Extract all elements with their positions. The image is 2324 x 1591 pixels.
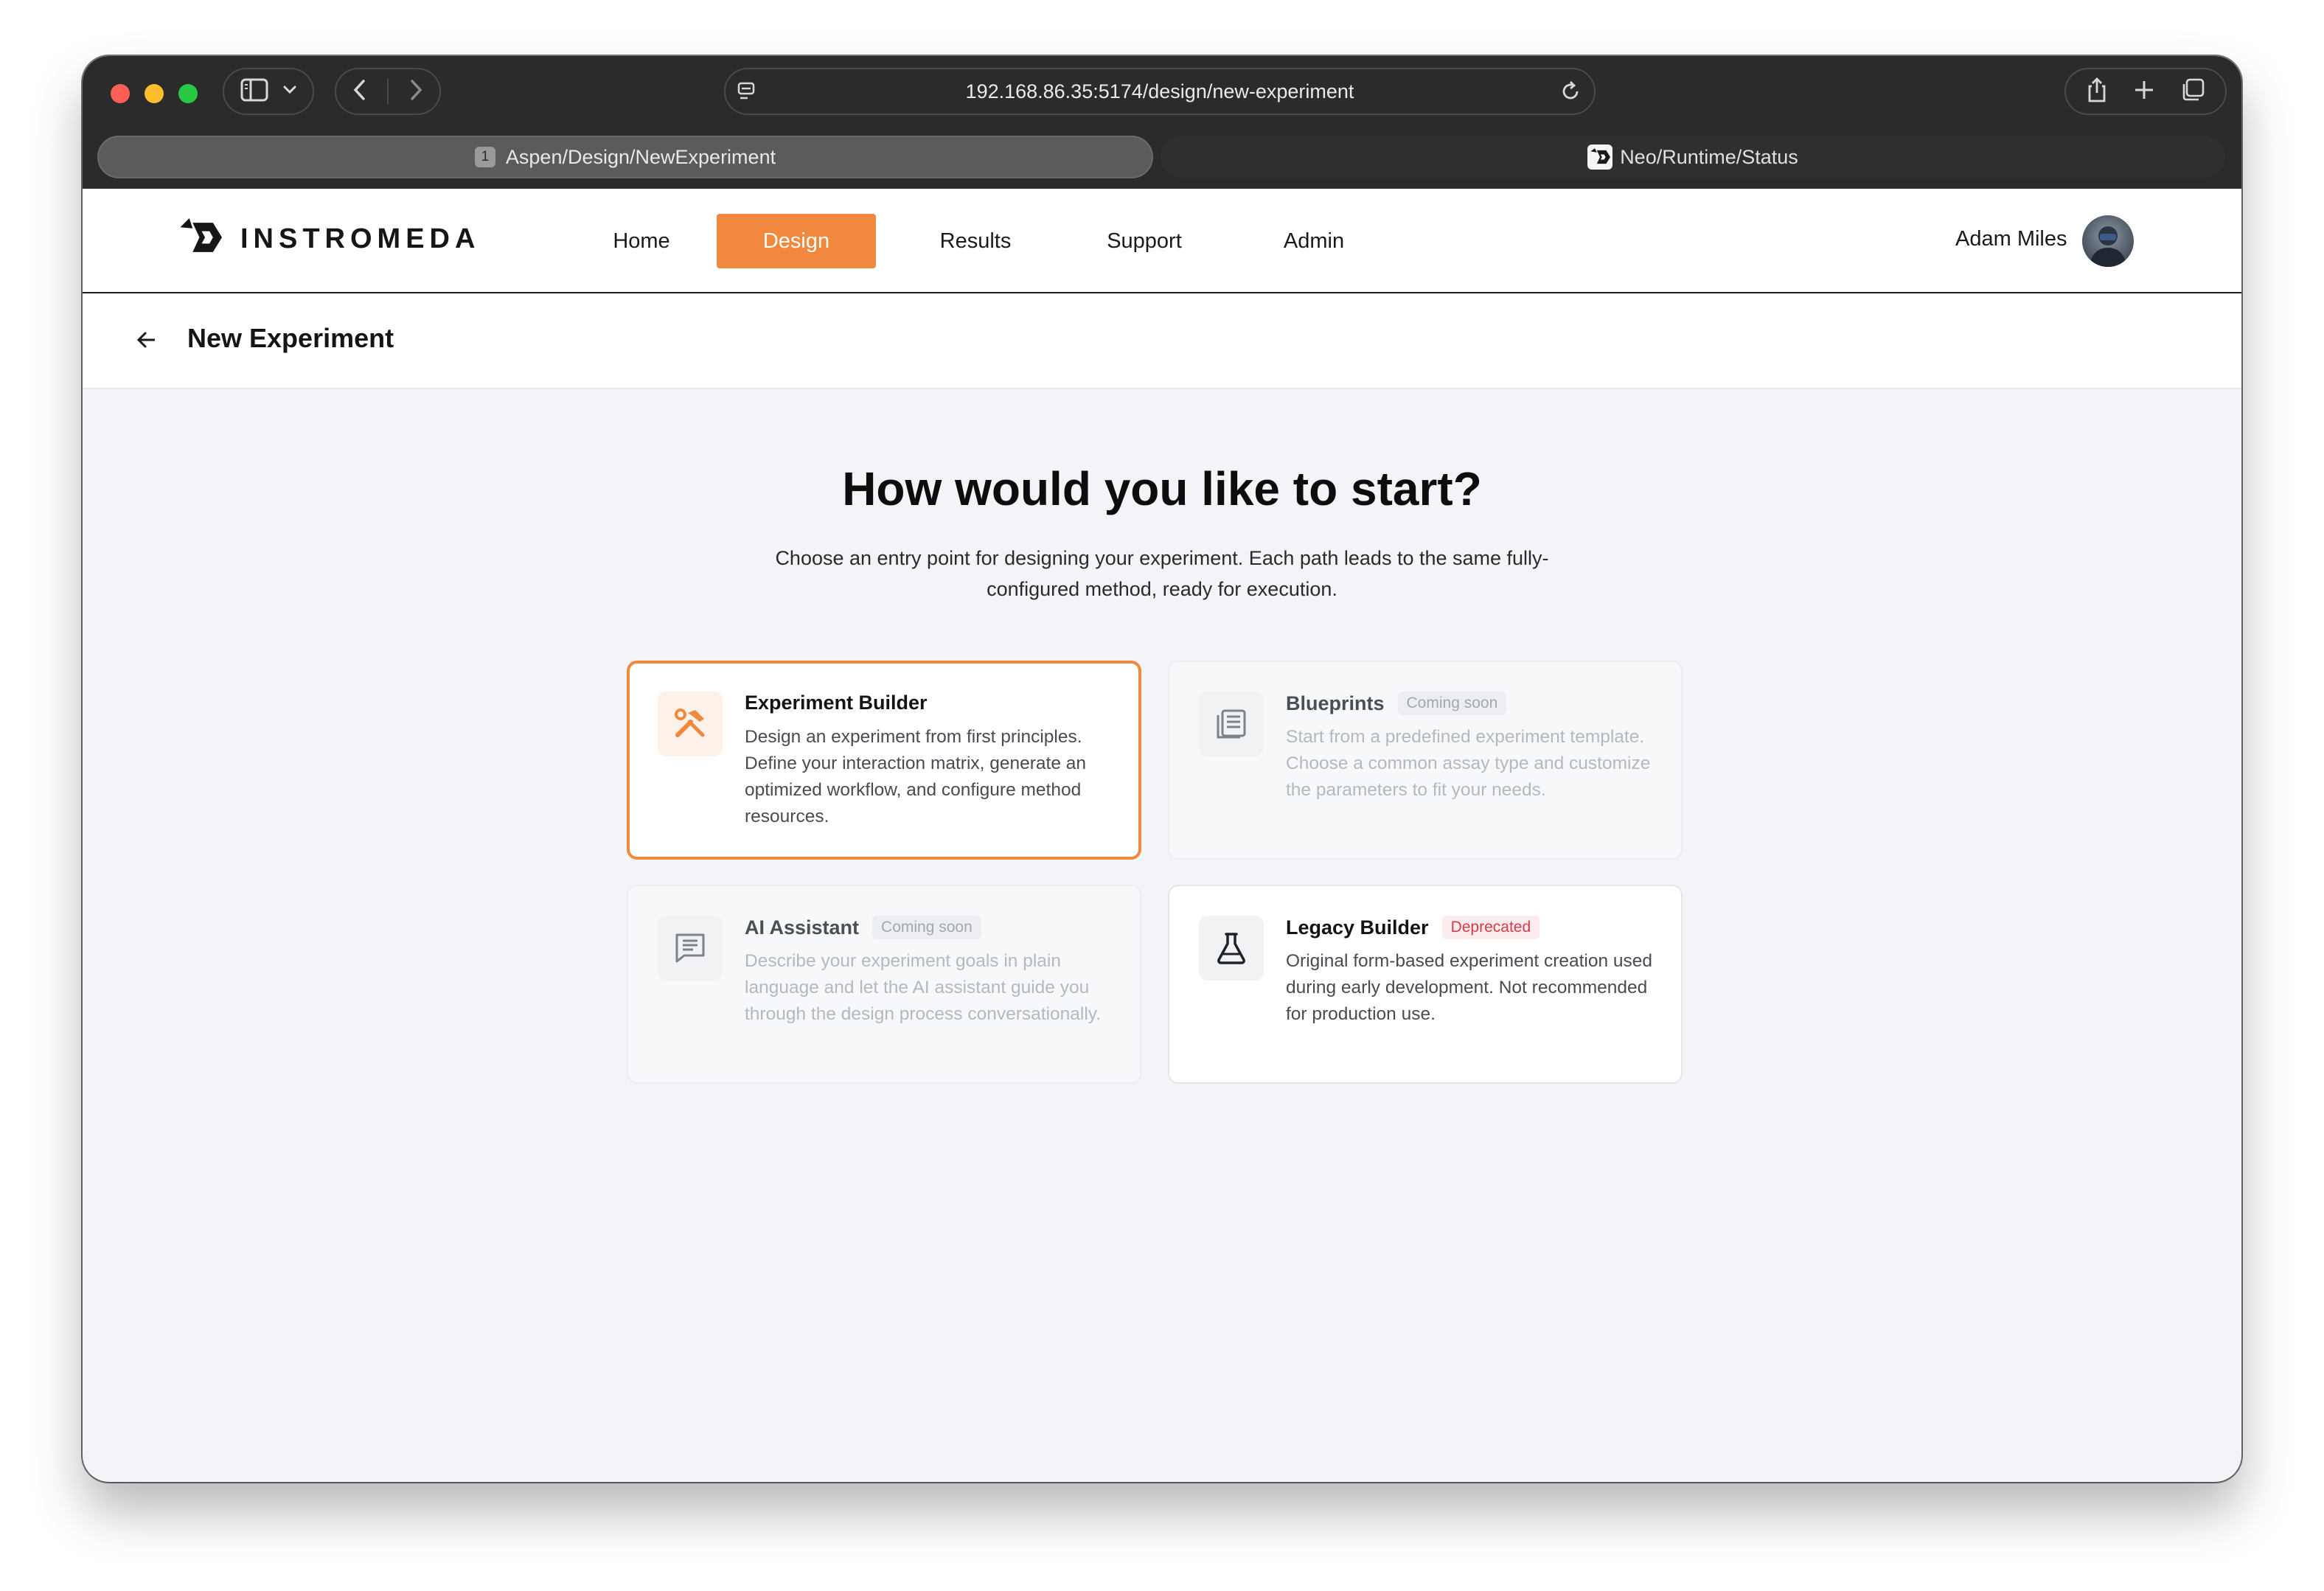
nav-design[interactable]: Design xyxy=(717,214,876,268)
card-description: Original form-based experiment creation … xyxy=(1286,951,1653,1024)
sidebar-toggle-button[interactable] xyxy=(223,68,314,115)
nav-home[interactable]: Home xyxy=(577,214,706,268)
nav-support[interactable]: Support xyxy=(1071,214,1218,268)
back-nav-icon[interactable] xyxy=(352,79,367,105)
tab-neo-runtime-status[interactable]: Neo/Runtime/Status xyxy=(1161,136,2225,178)
tab-aspen-new-experiment[interactable]: 1 Aspen/Design/NewExperiment xyxy=(97,136,1153,178)
deprecated-badge: Deprecated xyxy=(1441,916,1540,939)
card-title-row: Legacy Builder Deprecated xyxy=(1286,916,1540,939)
sidebar-icon xyxy=(240,78,268,105)
page-title: New Experiment xyxy=(187,323,394,353)
tools-icon xyxy=(658,692,723,756)
card-title: Experiment Builder xyxy=(745,692,928,714)
instromeda-logo-icon xyxy=(177,218,224,260)
zoom-window-button[interactable] xyxy=(178,84,198,103)
nav-results[interactable]: Results xyxy=(902,214,1048,268)
page-header: New Experiment xyxy=(83,293,2241,389)
user-name[interactable]: Adam Miles xyxy=(1955,227,2067,251)
back-arrow-icon[interactable] xyxy=(136,329,158,355)
browser-window: 192.168.86.35:5174/design/new-experiment… xyxy=(83,56,2241,1482)
chat-icon xyxy=(658,916,723,981)
card-title: Blueprints xyxy=(1286,692,1385,714)
minimize-window-button[interactable] xyxy=(145,84,164,103)
tab-overview-icon[interactable] xyxy=(2180,77,2205,106)
coming-soon-badge: Coming soon xyxy=(1397,692,1507,715)
ai-assistant-card: AI Assistant Coming soon Describe your e… xyxy=(627,885,1141,1084)
blueprints-card: Blueprints Coming soon Start from a pred… xyxy=(1168,661,1683,860)
tab-label: Neo/Runtime/Status xyxy=(1620,145,1798,168)
app-header: INSTROMEDA Home Design Results Support A… xyxy=(83,189,2241,293)
instromeda-favicon-icon xyxy=(1587,145,1613,170)
nav-divider xyxy=(386,79,389,104)
tab-label: Aspen/Design/NewExperiment xyxy=(505,145,776,168)
card-description: Start from a predefined experiment templ… xyxy=(1286,727,1651,800)
card-title-row: Blueprints Coming soon xyxy=(1286,692,1507,715)
start-heading: How would you like to start? xyxy=(842,462,1482,515)
page-settings-icon[interactable] xyxy=(736,81,758,108)
reload-icon[interactable] xyxy=(1559,80,1582,108)
address-bar[interactable]: 192.168.86.35:5174/design/new-experiment xyxy=(724,68,1596,115)
url-text: 192.168.86.35:5174/design/new-experiment xyxy=(965,80,1354,102)
card-title: Legacy Builder xyxy=(1286,916,1429,939)
instromeda-logo[interactable]: INSTROMEDA xyxy=(177,218,480,260)
browser-actions xyxy=(2064,68,2227,115)
card-title: AI Assistant xyxy=(745,916,860,939)
brand-name: INSTROMEDA xyxy=(240,223,481,254)
coming-soon-badge: Coming soon xyxy=(872,916,981,939)
legacy-builder-card[interactable]: Legacy Builder Deprecated Original form-… xyxy=(1168,885,1683,1084)
document-list-icon xyxy=(1199,692,1264,756)
forward-nav-icon[interactable] xyxy=(408,79,423,105)
start-subheading: Choose an entry point for designing your… xyxy=(775,547,1549,600)
card-title-row: AI Assistant Coming soon xyxy=(745,916,981,939)
user-avatar[interactable] xyxy=(2082,215,2134,267)
card-description: Describe your experiment goals in plain … xyxy=(745,951,1102,1024)
close-window-button[interactable] xyxy=(111,84,130,103)
share-icon[interactable] xyxy=(2086,77,2108,107)
experiment-builder-card[interactable]: Experiment Builder Design an experiment … xyxy=(627,661,1141,860)
flask-icon xyxy=(1199,916,1264,981)
tab-number-badge: 1 xyxy=(474,147,495,167)
new-tab-icon[interactable] xyxy=(2133,79,2155,105)
chevron-down-icon xyxy=(282,85,297,99)
history-navigation xyxy=(335,68,441,115)
nav-admin[interactable]: Admin xyxy=(1242,214,1386,268)
browser-chrome: 192.168.86.35:5174/design/new-experiment… xyxy=(83,56,2241,189)
card-description: Design an experiment from first principl… xyxy=(745,727,1087,826)
card-title-row: Experiment Builder xyxy=(745,692,928,714)
